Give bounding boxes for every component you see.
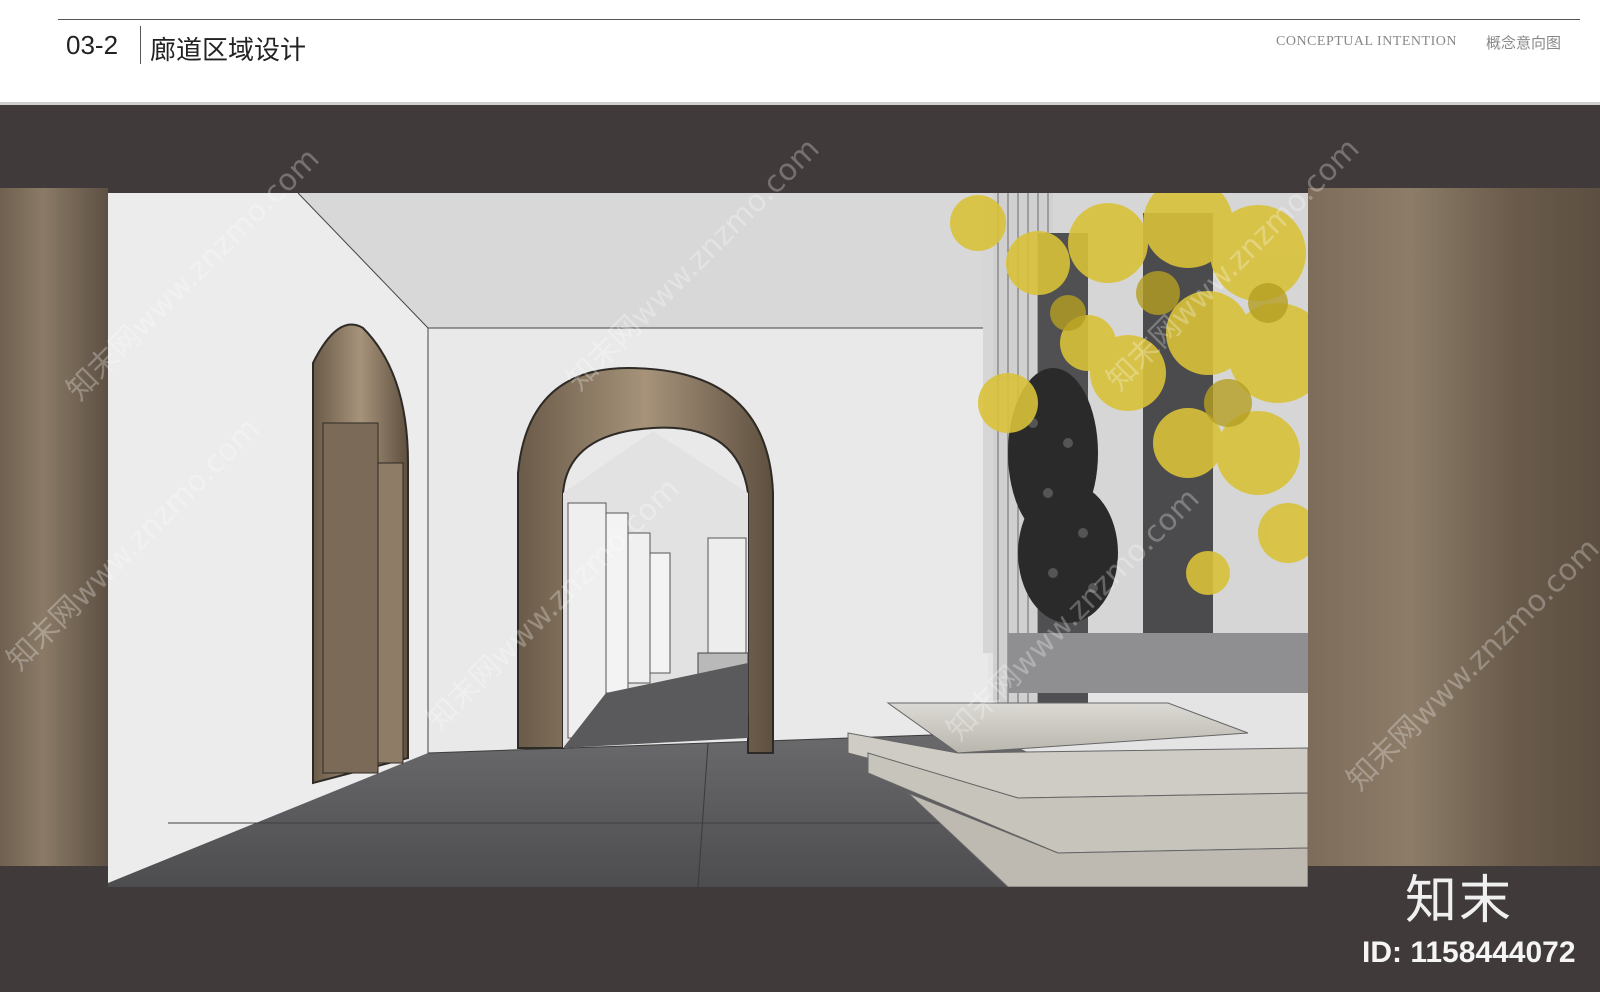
concept-label-en: CONCEPTUAL INTENTION [1276, 34, 1457, 49]
section-title: 廊道区域设计 [150, 36, 307, 66]
corridor-rendering [108, 193, 1308, 887]
header-divider [140, 26, 141, 64]
bronze-panel-left [0, 188, 108, 866]
corridor-rendering-image [108, 193, 1308, 887]
image-id-label: ID: 1158444072 [1362, 936, 1576, 969]
watermark-logo: 知末 [1405, 871, 1514, 931]
section-number: 03-2 [66, 30, 119, 60]
header-rule [58, 19, 1580, 20]
bronze-panel-right [1308, 188, 1600, 866]
page-header: 03-2 廊道区域设计 CONCEPTUAL INTENTION 概念意向图 [0, 0, 1600, 104]
concept-label-cn: 概念意向图 [1486, 34, 1562, 52]
